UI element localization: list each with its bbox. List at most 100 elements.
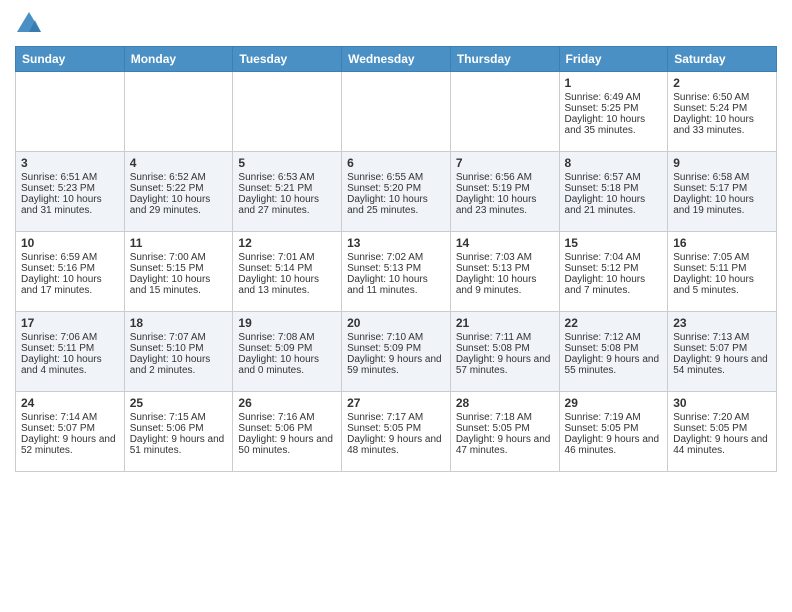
cell-content: Daylight: 10 hours and 4 minutes. <box>21 354 119 376</box>
cell-content: Daylight: 10 hours and 25 minutes. <box>347 194 445 216</box>
cell-content: Sunrise: 7:07 AM <box>130 332 228 343</box>
cell-content: Sunrise: 6:53 AM <box>238 172 336 183</box>
calendar-cell: 9Sunrise: 6:58 AMSunset: 5:17 PMDaylight… <box>668 152 777 232</box>
cell-content: Sunset: 5:14 PM <box>238 263 336 274</box>
calendar-cell: 5Sunrise: 6:53 AMSunset: 5:21 PMDaylight… <box>233 152 342 232</box>
calendar-cell: 28Sunrise: 7:18 AMSunset: 5:05 PMDayligh… <box>450 392 559 472</box>
cell-content: Sunset: 5:25 PM <box>565 103 663 114</box>
cell-content: Sunrise: 7:00 AM <box>130 252 228 263</box>
calendar-cell: 6Sunrise: 6:55 AMSunset: 5:20 PMDaylight… <box>342 152 451 232</box>
cell-content: Daylight: 9 hours and 52 minutes. <box>21 434 119 456</box>
cell-content: Sunset: 5:06 PM <box>130 423 228 434</box>
cell-content: Sunrise: 6:56 AM <box>456 172 554 183</box>
cell-content: Sunset: 5:13 PM <box>456 263 554 274</box>
cell-content: Daylight: 10 hours and 9 minutes. <box>456 274 554 296</box>
day-number: 24 <box>21 396 119 410</box>
cell-content: Sunset: 5:15 PM <box>130 263 228 274</box>
cell-content: Daylight: 10 hours and 7 minutes. <box>565 274 663 296</box>
cell-content: Sunrise: 7:18 AM <box>456 412 554 423</box>
cell-content: Sunset: 5:11 PM <box>21 343 119 354</box>
calendar-week-row: 3Sunrise: 6:51 AMSunset: 5:23 PMDaylight… <box>16 152 777 232</box>
cell-content: Sunset: 5:11 PM <box>673 263 771 274</box>
calendar-week-row: 24Sunrise: 7:14 AMSunset: 5:07 PMDayligh… <box>16 392 777 472</box>
cell-content: Sunrise: 7:01 AM <box>238 252 336 263</box>
cell-content: Sunrise: 7:17 AM <box>347 412 445 423</box>
cell-content: Sunrise: 7:11 AM <box>456 332 554 343</box>
calendar-cell: 18Sunrise: 7:07 AMSunset: 5:10 PMDayligh… <box>124 312 233 392</box>
day-number: 25 <box>130 396 228 410</box>
cell-content: Daylight: 10 hours and 11 minutes. <box>347 274 445 296</box>
calendar-cell <box>450 72 559 152</box>
cell-content: Daylight: 9 hours and 55 minutes. <box>565 354 663 376</box>
calendar-cell: 27Sunrise: 7:17 AMSunset: 5:05 PMDayligh… <box>342 392 451 472</box>
cell-content: Daylight: 10 hours and 15 minutes. <box>130 274 228 296</box>
cell-content: Sunrise: 6:55 AM <box>347 172 445 183</box>
day-number: 18 <box>130 316 228 330</box>
cell-content: Sunrise: 7:16 AM <box>238 412 336 423</box>
cell-content: Daylight: 10 hours and 23 minutes. <box>456 194 554 216</box>
day-number: 10 <box>21 236 119 250</box>
calendar-cell: 21Sunrise: 7:11 AMSunset: 5:08 PMDayligh… <box>450 312 559 392</box>
cell-content: Sunset: 5:09 PM <box>347 343 445 354</box>
day-number: 3 <box>21 156 119 170</box>
calendar-cell: 17 Sunrise: 7:06 AMSunset: 5:11 PMDayligh… <box>16 312 125 392</box>
cell-content: Daylight: 9 hours and 48 minutes. <box>347 434 445 456</box>
calendar-cell: 11Sunrise: 7:00 AMSunset: 5:15 PMDayligh… <box>124 232 233 312</box>
calendar-week-row: 17Sunrise: 7:06 AMSunset: 5:11 PMDayligh… <box>16 312 777 392</box>
cell-content: Sunset: 5:09 PM <box>238 343 336 354</box>
cell-content: Daylight: 10 hours and 31 minutes. <box>21 194 119 216</box>
calendar-cell: 20Sunrise: 7:10 AMSunset: 5:09 PMDayligh… <box>342 312 451 392</box>
cell-content: Daylight: 10 hours and 29 minutes. <box>130 194 228 216</box>
calendar-cell <box>233 72 342 152</box>
calendar-cell <box>124 72 233 152</box>
cell-content: Daylight: 10 hours and 2 minutes. <box>130 354 228 376</box>
page-header <box>15 10 777 38</box>
cell-content: Sunset: 5:05 PM <box>673 423 771 434</box>
day-number: 30 <box>673 396 771 410</box>
cell-content: Sunset: 5:23 PM <box>21 183 119 194</box>
calendar-cell: 8Sunrise: 6:57 AMSunset: 5:18 PMDaylight… <box>559 152 668 232</box>
calendar-cell: 19Sunrise: 7:08 AMSunset: 5:09 PMDayligh… <box>233 312 342 392</box>
cell-content: Daylight: 9 hours and 51 minutes. <box>130 434 228 456</box>
day-number: 13 <box>347 236 445 250</box>
cell-content: Daylight: 9 hours and 47 minutes. <box>456 434 554 456</box>
cell-content: Sunset: 5:24 PM <box>673 103 771 114</box>
cell-content: Daylight: 10 hours and 27 minutes. <box>238 194 336 216</box>
calendar-week-row: 1Sunrise: 6:49 AMSunset: 5:25 PMDaylight… <box>16 72 777 152</box>
day-number: 29 <box>565 396 663 410</box>
day-number: 19 <box>238 316 336 330</box>
cell-content: Daylight: 10 hours and 21 minutes. <box>565 194 663 216</box>
cell-content: Sunset: 5:12 PM <box>565 263 663 274</box>
cell-content: Daylight: 10 hours and 0 minutes. <box>238 354 336 376</box>
calendar-cell: 13Sunrise: 7:02 AMSunset: 5:13 PMDayligh… <box>342 232 451 312</box>
calendar-cell: 4Sunrise: 6:52 AMSunset: 5:22 PMDaylight… <box>124 152 233 232</box>
cell-content: Sunrise: 7:02 AM <box>347 252 445 263</box>
calendar-cell: 29Sunrise: 7:19 AMSunset: 5:05 PMDayligh… <box>559 392 668 472</box>
calendar-cell <box>342 72 451 152</box>
logo <box>15 10 47 38</box>
cell-content: Daylight: 9 hours and 57 minutes. <box>456 354 554 376</box>
cell-content: Sunset: 5:17 PM <box>673 183 771 194</box>
calendar-day-header: Wednesday <box>342 47 451 72</box>
day-number: 27 <box>347 396 445 410</box>
calendar-cell: 22Sunrise: 7:12 AMSunset: 5:08 PMDayligh… <box>559 312 668 392</box>
day-number: 26 <box>238 396 336 410</box>
day-number: 17 <box>21 316 119 330</box>
calendar-cell: 23Sunrise: 7:13 AMSunset: 5:07 PMDayligh… <box>668 312 777 392</box>
calendar-cell: 16Sunrise: 7:05 AMSunset: 5:11 PMDayligh… <box>668 232 777 312</box>
cell-content: Sunrise: 7:06 AM <box>21 332 119 343</box>
cell-content: Sunrise: 6:59 AM <box>21 252 119 263</box>
logo-icon <box>15 10 43 38</box>
cell-content: Sunrise: 7:10 AM <box>347 332 445 343</box>
cell-content: Daylight: 10 hours and 13 minutes. <box>238 274 336 296</box>
calendar-cell: 26Sunrise: 7:16 AMSunset: 5:06 PMDayligh… <box>233 392 342 472</box>
day-number: 6 <box>347 156 445 170</box>
day-number: 9 <box>673 156 771 170</box>
day-number: 7 <box>456 156 554 170</box>
cell-content: Sunset: 5:18 PM <box>565 183 663 194</box>
cell-content: Sunset: 5:05 PM <box>456 423 554 434</box>
cell-content: Sunrise: 6:58 AM <box>673 172 771 183</box>
cell-content: Sunrise: 7:05 AM <box>673 252 771 263</box>
cell-content: Sunrise: 6:50 AM <box>673 92 771 103</box>
day-number: 22 <box>565 316 663 330</box>
